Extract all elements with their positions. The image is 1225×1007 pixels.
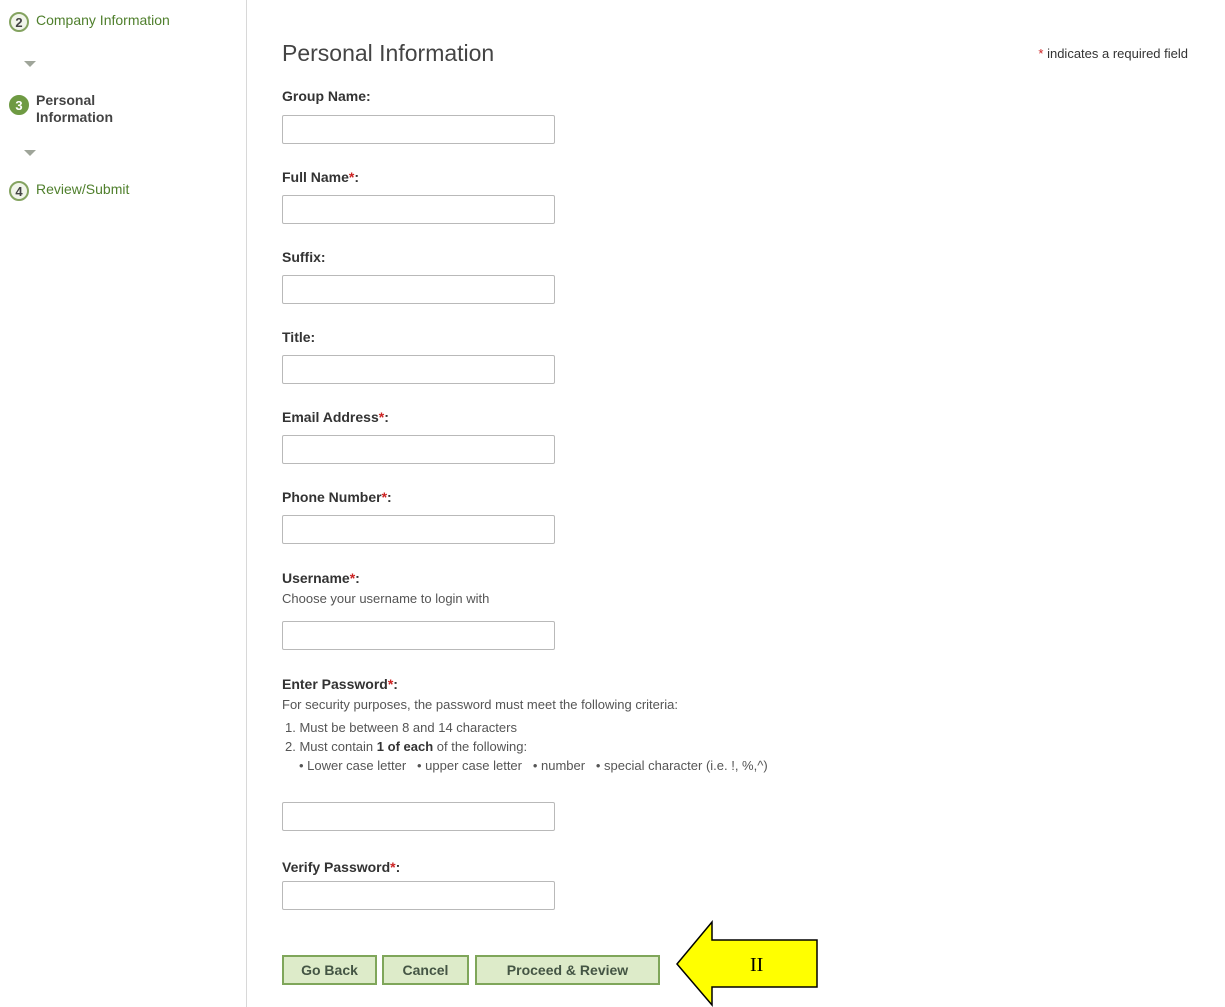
suffix-input[interactable] bbox=[282, 275, 555, 304]
cancel-button[interactable]: Cancel bbox=[382, 955, 469, 985]
go-back-button[interactable]: Go Back bbox=[282, 955, 377, 985]
label-colon: : bbox=[393, 676, 398, 692]
proceed-review-button[interactable]: Proceed & Review bbox=[475, 955, 660, 985]
password-label: Enter Password*: bbox=[282, 676, 398, 692]
sidebar-divider bbox=[246, 0, 247, 1007]
label-text: Enter Password bbox=[282, 676, 388, 692]
step-label: Personal Information bbox=[36, 92, 113, 126]
annotation-label: II bbox=[750, 954, 764, 976]
title-input[interactable] bbox=[282, 355, 555, 384]
password-input[interactable] bbox=[282, 802, 555, 831]
verify-password-input[interactable] bbox=[282, 881, 555, 910]
left-arrow-annotation-icon bbox=[676, 920, 818, 1007]
group-name-label: Group Name: bbox=[282, 88, 371, 104]
password-help-text: For security purposes, the password must… bbox=[282, 697, 678, 712]
password-criteria-2: 2. Must contain 1 of each of the followi… bbox=[285, 739, 527, 754]
label-text: Phone Number bbox=[282, 489, 382, 505]
username-input[interactable] bbox=[282, 621, 555, 650]
full-name-input[interactable] bbox=[282, 195, 555, 224]
step-label-line: Information bbox=[36, 109, 113, 125]
step-number-badge: 4 bbox=[9, 181, 29, 201]
required-note-text: indicates a required field bbox=[1043, 46, 1188, 61]
label-colon: : bbox=[395, 859, 401, 875]
step-personal-information: 3 Personal Information bbox=[9, 92, 113, 126]
criteria-text: 2. Must contain bbox=[285, 739, 377, 754]
phone-label: Phone Number*: bbox=[282, 489, 392, 505]
group-name-input[interactable] bbox=[282, 115, 555, 144]
step-review-submit[interactable]: 4 Review/Submit bbox=[9, 181, 129, 201]
title-label: Title: bbox=[282, 329, 316, 345]
criteria-text: of the following: bbox=[433, 739, 528, 754]
label-text: Full Name bbox=[282, 169, 349, 185]
username-help-text: Choose your username to login with bbox=[282, 591, 490, 606]
label-colon: : bbox=[355, 570, 360, 586]
password-criteria-bullets: • Lower case letter • upper case letter … bbox=[299, 758, 768, 773]
step-label-line: Personal bbox=[36, 92, 96, 108]
step-label: Review/Submit bbox=[36, 181, 130, 197]
label-colon: : bbox=[384, 409, 389, 425]
label-colon: : bbox=[354, 169, 360, 185]
email-input[interactable] bbox=[282, 435, 555, 464]
criteria-emphasis: 1 of each bbox=[376, 739, 434, 754]
page-title: Personal Information bbox=[282, 40, 495, 66]
full-name-label: Full Name*: bbox=[282, 169, 359, 185]
phone-input[interactable] bbox=[282, 515, 555, 544]
step-number-badge: 2 bbox=[9, 12, 29, 32]
label-text: Verify Password bbox=[282, 859, 391, 875]
email-label: Email Address*: bbox=[282, 409, 389, 425]
required-field-note: * indicates a required field bbox=[1038, 46, 1188, 61]
step-company-information[interactable]: 2 Company Information bbox=[9, 12, 170, 32]
suffix-label: Suffix: bbox=[282, 249, 326, 265]
step-sidebar: 2 Company Information 3 Personal Informa… bbox=[0, 0, 247, 1007]
username-label: Username*: bbox=[282, 570, 360, 586]
chevron-down-icon bbox=[24, 61, 36, 67]
label-text: Username bbox=[282, 570, 350, 586]
label-text: Email Address bbox=[282, 409, 379, 425]
step-label: Company Information bbox=[36, 12, 170, 28]
chevron-down-icon bbox=[24, 150, 36, 156]
password-criteria-1: 1. Must be between 8 and 14 characters bbox=[285, 720, 517, 735]
step-number-badge: 3 bbox=[9, 95, 29, 115]
verify-password-label: Verify Password*: bbox=[282, 859, 400, 875]
label-colon: : bbox=[387, 489, 392, 505]
